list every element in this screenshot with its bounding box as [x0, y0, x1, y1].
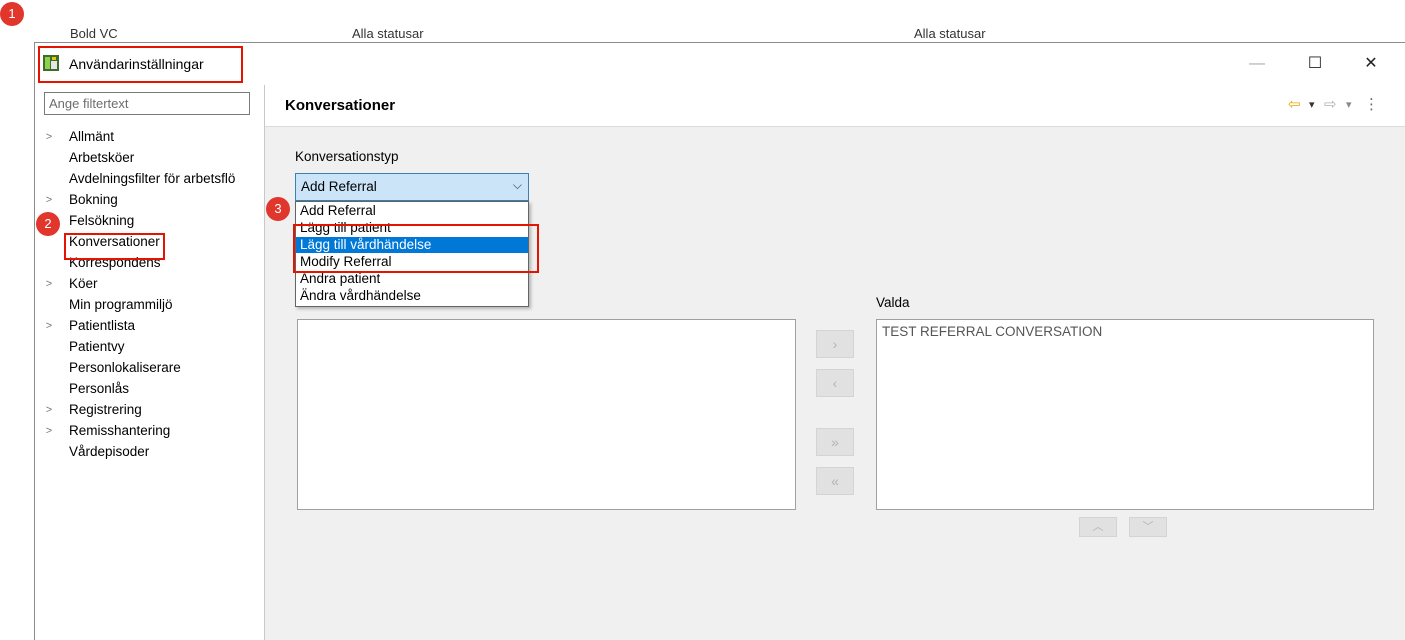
preferences-window: Användarinställningar — ☐ ✕ > Allmänt Ar… — [34, 42, 1405, 640]
dropdown-option-andra-vardhandelse[interactable]: Ändra vårdhändelse — [296, 288, 528, 304]
move-up-button[interactable]: ︿ — [1079, 517, 1117, 537]
add-button[interactable]: › — [816, 330, 854, 358]
expand-icon[interactable]: > — [43, 316, 55, 336]
tree-item-allmant[interactable]: Allmänt — [69, 127, 265, 147]
conversation-type-label: Konversationstyp — [295, 149, 399, 164]
expand-icon[interactable]: > — [43, 400, 55, 420]
tree-item-patientlista[interactable]: Patientlista — [69, 316, 265, 336]
annotation-badge-3: 3 — [266, 197, 290, 221]
annotation-badge-2: 2 — [36, 212, 60, 236]
tree-item-personlas[interactable]: Personlås — [69, 379, 265, 399]
pane-header: Konversationer ⇦ ▾ ⇨ ▾ ⋮ — [265, 85, 1405, 127]
tree-item-registrering[interactable]: Registrering — [69, 400, 265, 420]
tree-item-koer[interactable]: Köer — [69, 274, 265, 294]
expand-icon[interactable]: > — [43, 421, 55, 441]
back-menu-icon[interactable]: ▾ — [1309, 95, 1315, 115]
background-window: Bold VC Alla statusar Alla statusar — [0, 0, 1405, 42]
filter-input[interactable] — [44, 92, 250, 115]
conversation-type-combo[interactable]: Add Referral ⌵ — [295, 173, 529, 201]
tree-item-arbetskoer[interactable]: Arbetsköer — [69, 148, 265, 168]
remove-all-button[interactable]: « — [816, 467, 854, 495]
dropdown-option-andra-patient[interactable]: Ändra patient — [296, 271, 528, 287]
expand-icon[interactable]: > — [43, 274, 55, 294]
annotation-highlight-title — [38, 46, 243, 83]
screen: Bold VC Alla statusar Alla statusar Anvä… — [0, 0, 1405, 640]
available-list[interactable] — [297, 319, 796, 510]
add-all-button[interactable]: » — [816, 428, 854, 456]
background-text: Alla statusar — [352, 26, 424, 41]
remove-button[interactable]: ‹ — [816, 369, 854, 397]
maximize-button[interactable]: ☐ — [1300, 51, 1330, 77]
annotation-highlight-options — [293, 224, 539, 273]
tree-item-min-programmiljo[interactable]: Min programmiljö — [69, 295, 265, 315]
back-arrow-icon[interactable]: ⇦ — [1288, 95, 1301, 115]
tree-item-avdelningsfilter[interactable]: Avdelningsfilter för arbetsflö — [69, 169, 265, 189]
tree-item-patientvy[interactable]: Patientvy — [69, 337, 265, 357]
list-item[interactable]: TEST REFERRAL CONVERSATION — [882, 324, 1102, 339]
tree-item-remisshantering[interactable]: Remisshantering — [69, 421, 265, 441]
page-title: Konversationer — [285, 97, 396, 114]
selected-list-label: Valda — [876, 295, 910, 310]
expand-icon[interactable]: > — [43, 127, 55, 147]
combo-selected-value: Add Referral — [301, 179, 377, 194]
tree-item-bokning[interactable]: Bokning — [69, 190, 265, 210]
close-button[interactable]: ✕ — [1356, 51, 1386, 77]
minimize-button[interactable]: — — [1242, 51, 1272, 77]
view-menu-icon[interactable]: ⋮ — [1364, 95, 1379, 115]
background-text: Bold VC — [70, 26, 118, 41]
settings-pane: Konversationer ⇦ ▾ ⇨ ▾ ⋮ Konversationsty… — [265, 85, 1405, 640]
tree-item-vardepisoder[interactable]: Vårdepisoder — [69, 442, 265, 462]
move-down-button[interactable]: ﹀ — [1129, 517, 1167, 537]
annotation-badge-1: 1 — [0, 2, 24, 26]
expand-icon[interactable]: > — [43, 190, 55, 210]
chevron-down-icon: ⌵ — [512, 178, 522, 192]
dropdown-option-add-referral[interactable]: Add Referral — [296, 203, 528, 219]
forward-menu-icon[interactable]: ▾ — [1346, 95, 1352, 115]
background-text: Alla statusar — [914, 26, 986, 41]
tree-item-felsokning[interactable]: Felsökning — [69, 211, 265, 231]
selected-list[interactable]: TEST REFERRAL CONVERSATION — [876, 319, 1374, 510]
tree-item-personlokaliserare[interactable]: Personlokaliserare — [69, 358, 265, 378]
forward-arrow-icon[interactable]: ⇨ — [1324, 95, 1337, 115]
annotation-highlight-tree-item — [64, 233, 165, 260]
